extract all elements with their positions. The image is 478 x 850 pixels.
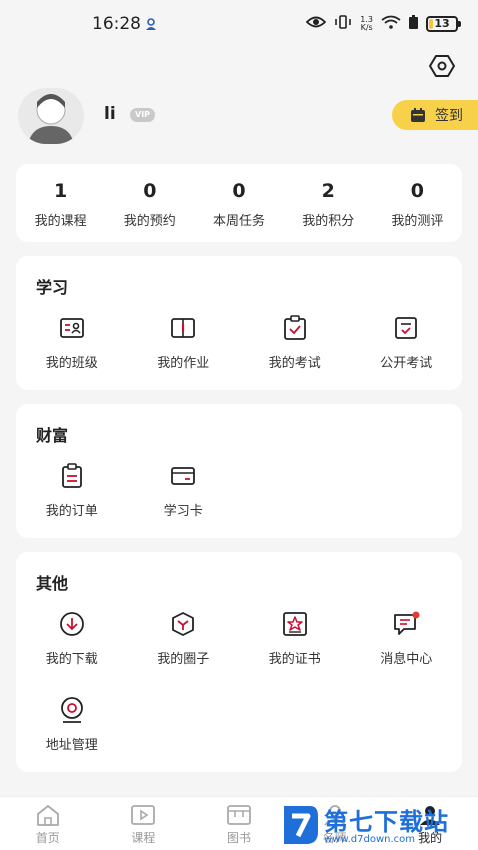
stat-weekly-tasks[interactable]: 0 本周任务 (194, 164, 283, 242)
menu-my-circle[interactable]: 我的圈子 (128, 610, 240, 696)
menu-label: 我的考试 (268, 356, 321, 371)
class-icon (58, 314, 86, 342)
stat-points[interactable]: 2 我的积分 (284, 164, 373, 242)
stat-label: 我的积分 (302, 214, 355, 229)
menu-my-class[interactable]: 我的班级 (16, 314, 128, 400)
stat-assessments[interactable]: 0 我的测评 (373, 164, 462, 242)
exam-icon (281, 314, 309, 342)
status-bar: 16:28 1.3 K/s 13 (0, 0, 478, 48)
stat-value: 2 (321, 180, 335, 202)
menu-label: 我的证书 (268, 652, 321, 667)
tab-label: 首页 (35, 831, 60, 845)
menu-message-center[interactable]: 消息中心 (351, 610, 463, 696)
menu-public-exam[interactable]: 公开考试 (351, 314, 463, 400)
tab-book[interactable]: 图书 (191, 797, 287, 850)
network-speed: 1.3 K/s (360, 15, 373, 32)
menu-label: 学习卡 (163, 504, 203, 519)
stat-label: 我的课程 (34, 214, 87, 229)
circle-icon (169, 610, 197, 638)
avatar[interactable] (18, 88, 84, 144)
other-section: 其他 我的下载 我的圈子 我的证书 消息中心 地址管理 (16, 552, 462, 772)
stat-appointments[interactable]: 0 我的预约 (105, 164, 194, 242)
battery-fill (429, 18, 433, 29)
speed-unit: K/s (360, 22, 373, 32)
checkin-button[interactable]: 签到 (392, 100, 478, 130)
tab-label: 图书 (226, 831, 251, 845)
menu-study-card[interactable]: 学习卡 (128, 462, 240, 548)
settings-icon (429, 55, 455, 77)
home-icon (36, 805, 59, 826)
location-icon (58, 696, 86, 724)
menu-label: 我的圈子 (157, 652, 210, 667)
menu-my-downloads[interactable]: 我的下载 (16, 610, 128, 696)
download-icon (58, 610, 86, 638)
watermark-logo (284, 806, 318, 844)
wealth-section: 财富 我的订单 学习卡 (16, 404, 462, 538)
public-exam-icon (392, 314, 420, 342)
tab-home[interactable]: 首页 (0, 797, 96, 850)
menu-label: 我的作业 (157, 356, 210, 371)
section-title: 其他 (36, 574, 69, 593)
menu-my-orders[interactable]: 我的订单 (16, 462, 128, 548)
message-icon (392, 610, 420, 638)
username[interactable]: li (104, 104, 116, 124)
menu-label: 我的订单 (45, 504, 98, 519)
menu-label: 我的下载 (45, 652, 98, 667)
stat-value: 0 (143, 180, 157, 202)
stat-value: 1 (53, 180, 68, 202)
vip-badge: VIP (130, 108, 156, 122)
menu-my-homework[interactable]: 我的作业 (128, 314, 240, 400)
stat-label: 我的预约 (123, 214, 176, 229)
menu-label: 公开考试 (380, 356, 433, 371)
menu-address-management[interactable]: 地址管理 (16, 696, 128, 782)
status-time: 16:28 (92, 14, 141, 34)
menu-my-exam[interactable]: 我的考试 (239, 314, 351, 400)
menu-label: 地址管理 (45, 738, 98, 753)
stat-label: 我的测评 (391, 214, 444, 229)
battery-level: 13 (434, 17, 450, 30)
certificate-icon (281, 610, 309, 638)
section-title: 学习 (36, 278, 69, 297)
settings-button[interactable] (428, 52, 456, 80)
menu-label: 消息中心 (380, 652, 433, 667)
wifi-icon (381, 14, 401, 33)
watermark: 第七下载站 www.d7down.com (278, 800, 478, 850)
watermark-text: 第七下载站 (324, 808, 449, 836)
stats-card: 1 我的课程 0 我的预约 0 本周任务 2 我的积分 0 我的测评 (16, 164, 462, 242)
homework-icon (169, 314, 197, 342)
calendar-icon (411, 108, 425, 122)
stat-value: 0 (410, 180, 425, 202)
battery-saver-icon (409, 14, 418, 33)
tab-course[interactable]: 课程 (96, 797, 192, 850)
person-icon (144, 16, 158, 35)
eye-icon (305, 14, 327, 33)
book-icon (227, 805, 251, 825)
watermark-url: www.d7down.com (324, 834, 416, 845)
menu-my-certificate[interactable]: 我的证书 (239, 610, 351, 696)
vibrate-icon (334, 14, 352, 33)
checkin-label: 签到 (435, 108, 463, 124)
stat-label: 本周任务 (213, 214, 266, 229)
stat-courses[interactable]: 1 我的课程 (16, 164, 105, 242)
default-avatar-icon (28, 94, 74, 144)
menu-label: 我的班级 (45, 356, 98, 371)
tab-label: 课程 (131, 831, 156, 845)
section-title: 财富 (36, 426, 69, 445)
course-icon (131, 805, 156, 825)
card-icon (169, 462, 197, 490)
stat-value: 0 (232, 180, 246, 202)
order-icon (58, 462, 86, 490)
study-section: 学习 我的班级 我的作业 我的考试 公开考试 (16, 256, 462, 390)
battery-icon: 13 (426, 15, 461, 32)
